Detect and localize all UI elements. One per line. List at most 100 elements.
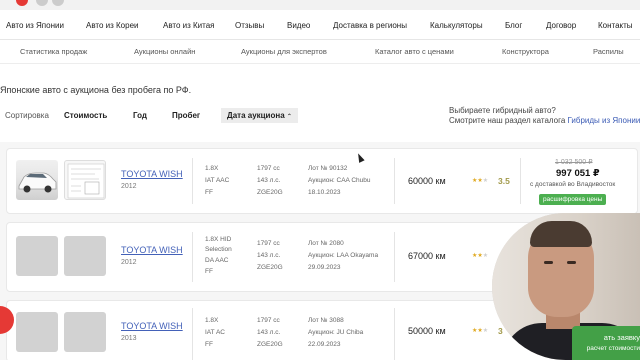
listing-auction: Аукцион: JU Chiba bbox=[308, 329, 364, 336]
listing-score: 3.5 bbox=[498, 176, 510, 186]
subnav-item-cuts[interactable]: Распилы bbox=[593, 47, 624, 56]
hybrid-promo-line2: Смотрите наш раздел каталога Гибриды из … bbox=[449, 116, 640, 125]
nav-item-korea[interactable]: Авто из Кореи bbox=[86, 21, 139, 30]
sort-price-button[interactable]: Стоимость bbox=[64, 111, 107, 120]
presenter-eye bbox=[544, 261, 553, 264]
listing-mileage: 50000 км bbox=[408, 326, 446, 336]
listing-date: 29.09.2023 bbox=[308, 264, 341, 271]
listing-drive: FF bbox=[205, 268, 213, 275]
listing-body-code: ZGE20G bbox=[257, 264, 283, 271]
nav-item-reviews[interactable]: Отзывы bbox=[235, 21, 264, 30]
hybrid-promo-line1: Выбираете гибридный авто? bbox=[449, 106, 556, 115]
nav-item-contract[interactable]: Договор bbox=[546, 21, 576, 30]
intro-text: Японские авто с аукциона без пробега по … bbox=[0, 85, 192, 95]
presenter-eye bbox=[567, 261, 576, 264]
rating-stars: ★★★ bbox=[472, 177, 488, 184]
sort-label: Сортировка bbox=[5, 111, 49, 120]
gray-dot-icon[interactable] bbox=[52, 0, 64, 6]
listing-date: 22.09.2023 bbox=[308, 341, 341, 348]
auction-sheet-placeholder[interactable] bbox=[64, 236, 106, 276]
divider bbox=[192, 158, 193, 204]
top-strip bbox=[0, 0, 640, 10]
listing-transmission: IAT AAC bbox=[205, 177, 230, 184]
nav-item-china[interactable]: Авто из Китая bbox=[163, 21, 215, 30]
subnav-item-experts[interactable]: Аукционы для экспертов bbox=[241, 47, 327, 56]
old-price: 1 032 500 ₽ bbox=[555, 159, 593, 166]
listing-auction: Аукцион: LAA Okayama bbox=[308, 252, 379, 259]
subnav-item-constructor[interactable]: Конструктора bbox=[502, 47, 549, 56]
chevron-up-icon: ⌃ bbox=[286, 114, 292, 120]
listing-engine: 1797 cc bbox=[257, 240, 280, 247]
new-price: 997 051 ₽ bbox=[556, 168, 600, 179]
listing-date: 18.10.2023 bbox=[308, 189, 341, 196]
car-photo-placeholder[interactable] bbox=[16, 236, 58, 276]
listing-trim: 1.8X HID bbox=[205, 236, 232, 243]
nav-item-video[interactable]: Видео bbox=[287, 21, 310, 30]
listing-mileage: 60000 км bbox=[408, 176, 446, 186]
sort-mileage-button[interactable]: Пробег bbox=[172, 111, 200, 120]
listing-drive: FF bbox=[205, 341, 213, 348]
rating-stars: ★★★ bbox=[472, 327, 488, 334]
nav-item-calculators[interactable]: Калькуляторы bbox=[430, 21, 483, 30]
car-photo[interactable] bbox=[16, 160, 58, 200]
hybrid-promo-prefix: Смотрите наш раздел каталога bbox=[449, 116, 568, 125]
divider bbox=[520, 158, 521, 204]
subnav-item-stats[interactable]: Статистика продаж bbox=[20, 47, 87, 56]
listing-trim: 1.8X bbox=[205, 317, 219, 324]
sub-nav: Статистика продаж Аукционы онлайн Аукцио… bbox=[0, 40, 640, 64]
listing-engine: 1797 cc bbox=[257, 165, 280, 172]
listing-year: 2012 bbox=[121, 183, 137, 190]
listing-trim: 1.8X bbox=[205, 165, 219, 172]
gray-dot-icon[interactable] bbox=[36, 0, 48, 6]
auction-sheet-photo[interactable] bbox=[64, 160, 106, 200]
listing-lot: Лот № 3088 bbox=[308, 317, 344, 324]
listing-mileage: 67000 км bbox=[408, 251, 446, 261]
listing-transmission: IAT AC bbox=[205, 329, 225, 336]
sort-year-button[interactable]: Год bbox=[133, 111, 147, 120]
star-icon: ★ bbox=[482, 253, 489, 259]
request-cta-button[interactable]: ать заявку расчет стоимости bbox=[572, 326, 640, 360]
listing-model-link[interactable]: TOYOTA WISH bbox=[121, 245, 183, 255]
hybrid-catalog-link[interactable]: Гибриды из Японии bbox=[568, 116, 640, 125]
divider bbox=[394, 158, 395, 204]
red-dot-icon[interactable] bbox=[16, 0, 28, 6]
subnav-item-catalog[interactable]: Каталог авто с ценами bbox=[375, 47, 454, 56]
cta-line1: ать заявку bbox=[603, 333, 640, 342]
divider bbox=[394, 232, 395, 282]
listing-year: 2013 bbox=[121, 335, 137, 342]
listing-power: 143 л.с. bbox=[257, 252, 281, 259]
nav-item-blog[interactable]: Блог bbox=[505, 21, 522, 30]
auction-sheet-icon bbox=[67, 163, 105, 199]
listing-lot: Лот № 90132 bbox=[308, 165, 348, 172]
sort-date-button[interactable]: Дата аукциона ⌃ bbox=[221, 108, 298, 123]
nav-item-contacts[interactable]: Контакты bbox=[598, 21, 633, 30]
listing-model-link[interactable]: TOYOTA WISH bbox=[121, 321, 183, 331]
listing-engine: 1797 cc bbox=[257, 317, 280, 324]
star-icon: ★ bbox=[482, 178, 489, 184]
presenter-hair bbox=[530, 221, 592, 247]
listing-drive: FF bbox=[205, 189, 213, 196]
cta-line2: расчет стоимости bbox=[586, 345, 640, 352]
listing-power: 143 л.с. bbox=[257, 177, 281, 184]
subnav-item-auctions[interactable]: Аукционы онлайн bbox=[134, 47, 195, 56]
price-decode-button[interactable]: расшифровка цены bbox=[539, 194, 607, 205]
star-icon: ★ bbox=[482, 328, 489, 334]
nav-item-japan[interactable]: Авто из Японии bbox=[6, 21, 64, 30]
car-photo-placeholder[interactable] bbox=[16, 312, 58, 352]
listing-trim-extra: Selection bbox=[205, 246, 232, 253]
nav-item-delivery[interactable]: Доставка в регионы bbox=[333, 21, 407, 30]
divider bbox=[192, 308, 193, 360]
divider bbox=[192, 232, 193, 282]
listing-model-link[interactable]: TOYOTA WISH bbox=[121, 169, 183, 179]
sort-date-label: Дата аукциона bbox=[227, 111, 285, 120]
rating-stars: ★★★ bbox=[472, 252, 488, 259]
delivery-note: с доставкой во Владивосток bbox=[530, 181, 616, 188]
auction-sheet-placeholder[interactable] bbox=[64, 312, 106, 352]
listing-lot: Лот № 2080 bbox=[308, 240, 344, 247]
main-nav: Авто из Японии Авто из Кореи Авто из Кит… bbox=[0, 12, 640, 40]
listing-body-code: ZGE20G bbox=[257, 189, 283, 196]
car-silhouette-icon bbox=[18, 172, 57, 193]
listing-body-code: ZGE20G bbox=[257, 341, 283, 348]
listing-power: 143 л.с. bbox=[257, 329, 281, 336]
divider bbox=[394, 308, 395, 360]
